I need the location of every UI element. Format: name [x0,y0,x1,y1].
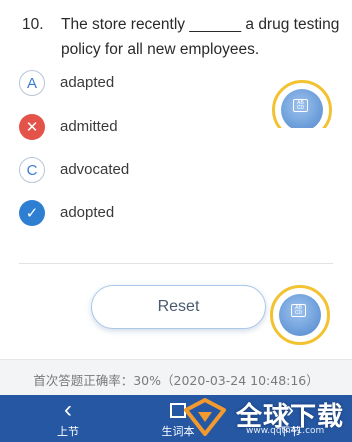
answer-card-button-top[interactable]: AB CD [272,80,332,128]
notebook-icon [170,403,186,418]
bottom-nav-bar: ‹ 上节 生词本 › 下节 [0,395,352,442]
option-d[interactable]: ✓ adopted [19,200,259,230]
divider [19,263,333,264]
chevron-right-icon: › [286,396,294,423]
option-d-label: adopted [60,204,115,221]
nav-vocab-button[interactable]: 生词本 [156,395,200,442]
chevron-left-icon: ‹ [64,396,72,423]
option-c-label: advocated [60,161,130,178]
option-c-badge: C [19,157,45,183]
correct-answer-icon: ✓ [19,200,45,226]
answer-card-icon: AB CD [291,304,306,317]
answer-card-button[interactable]: AB CD [270,285,330,345]
option-a-badge: A [19,70,45,96]
option-b-label: admitted [60,118,118,135]
nav-next-button[interactable]: › 下节 [270,395,310,442]
stats-band: 首次答题正确率：30%（2020-03-24 10:48:16） [0,359,352,396]
answer-card-icon: AB CD [293,99,308,112]
question-number: 10. [22,16,44,33]
nav-prev-button[interactable]: ‹ 上节 [50,395,86,442]
reset-button[interactable]: Reset [91,285,266,329]
option-a[interactable]: A adapted [19,70,259,100]
nav-vocab-label: 生词本 [161,425,195,438]
wrong-answer-icon: ✕ [19,114,45,140]
option-b[interactable]: ✕ admitted [19,114,259,144]
option-c[interactable]: C advocated [19,157,259,187]
option-a-label: adapted [60,74,115,91]
question-text: The store recently ______ a drug testing… [61,16,340,58]
nav-next-label: 下节 [279,425,301,438]
nav-prev-label: 上节 [57,425,79,438]
first-attempt-accuracy: 首次答题正确率：30%（2020-03-24 10:48:16） [33,373,319,388]
